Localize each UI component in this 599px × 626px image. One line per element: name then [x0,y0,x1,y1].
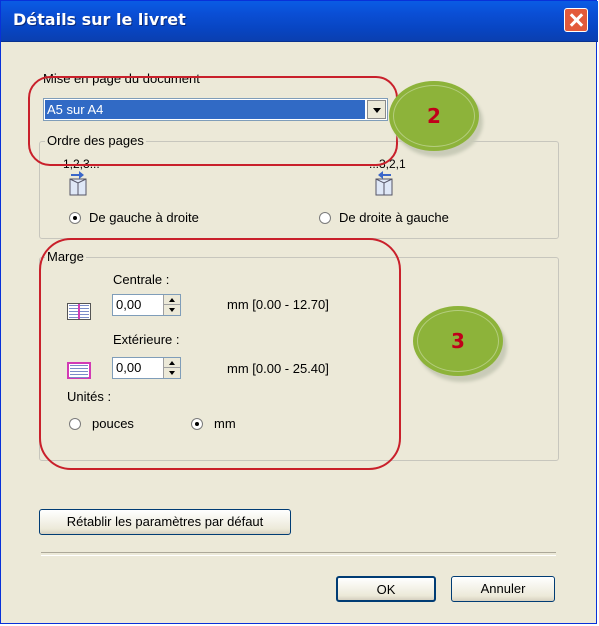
title-bar: Détails sur le livret [1,1,598,42]
right-to-left-label: De droite à gauche [339,210,449,225]
callout-frame-3 [39,238,401,470]
book-right-to-left-icon [371,171,397,197]
reset-defaults-button[interactable]: Rétablir les paramètres par défaut [39,509,291,535]
badge-2: 2 [389,81,479,151]
cancel-button[interactable]: Annuler [451,576,555,602]
separator [41,552,556,556]
left-to-right-radio[interactable] [69,212,81,224]
callout-frame-2 [28,76,398,166]
left-to-right-label: De gauche à droite [89,210,199,225]
close-icon[interactable] [564,8,588,32]
right-to-left-radio[interactable] [319,212,331,224]
booklet-details-dialog: Détails sur le livret Mise en page du do… [0,0,598,624]
ok-button[interactable]: OK [336,576,436,602]
badge-3: 3 [413,306,503,376]
dialog-title: Détails sur le livret [13,10,186,29]
book-left-to-right-icon [65,171,91,197]
